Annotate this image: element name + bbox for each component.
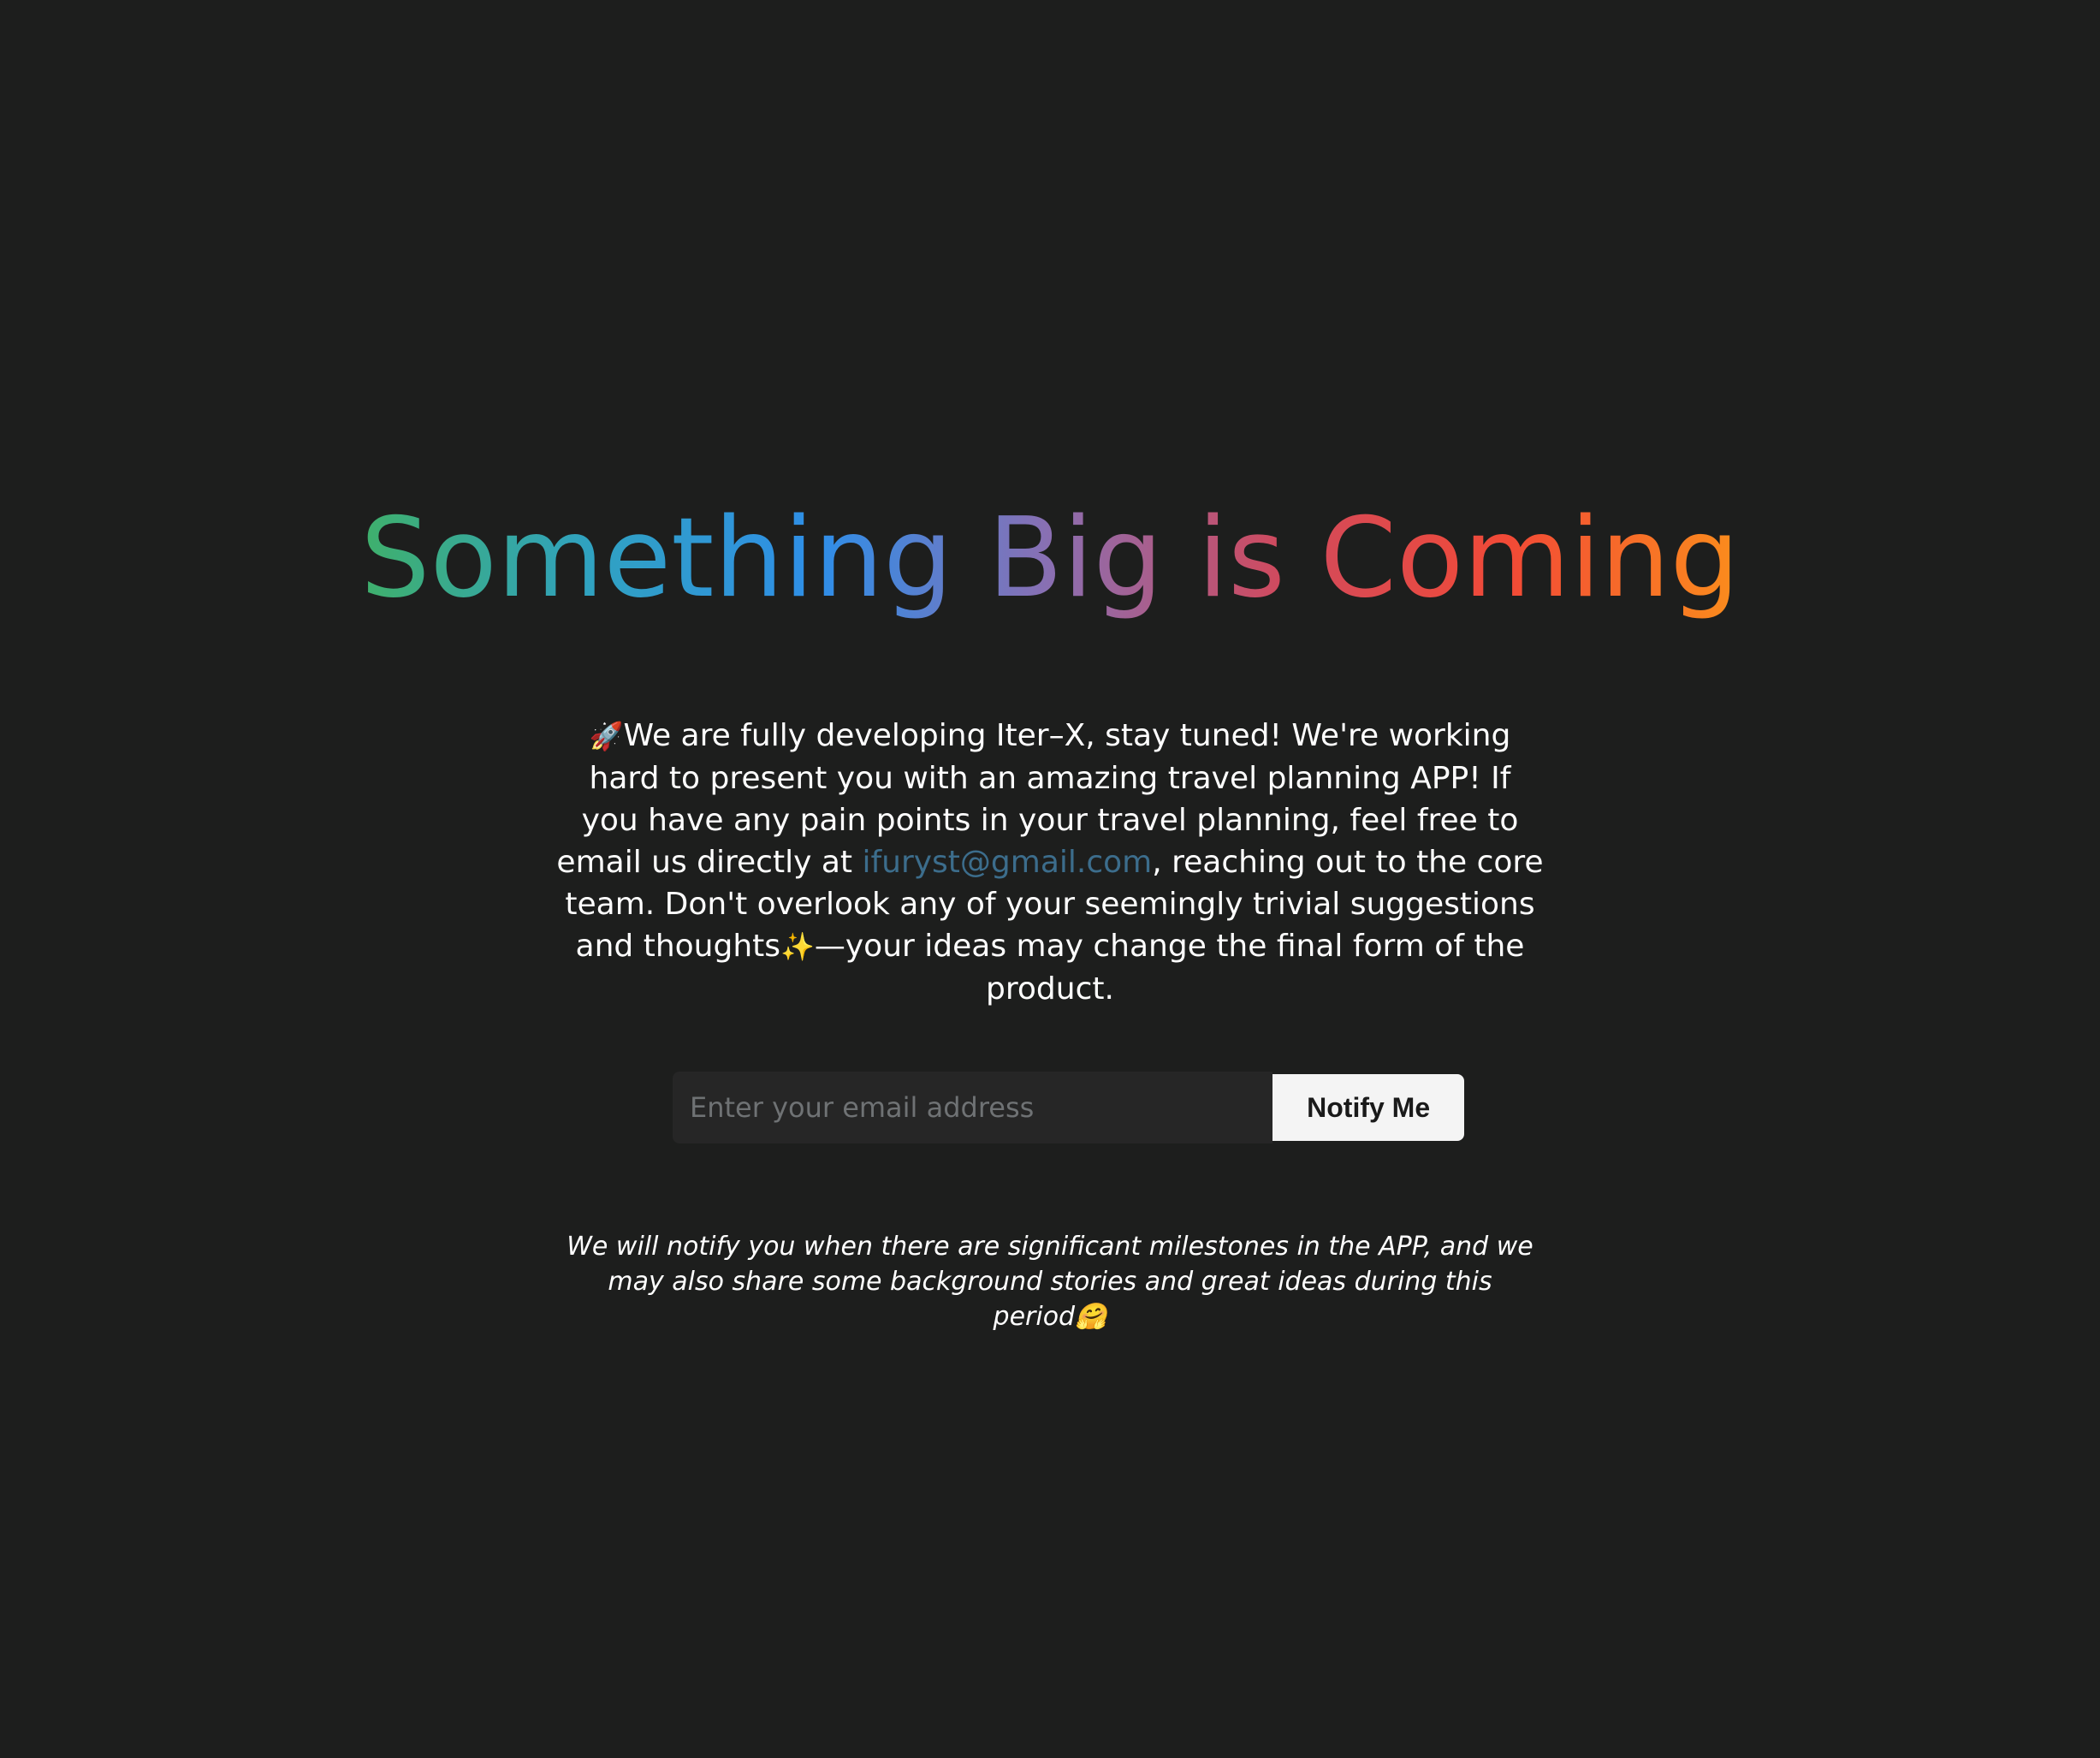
- intro-text-end: —your ideas may change the final form of…: [814, 929, 1525, 1007]
- rocket-icon: 🚀: [589, 720, 624, 752]
- page-title: Something Big is Coming: [360, 495, 1740, 622]
- email-input[interactable]: [673, 1072, 1273, 1143]
- contact-email-link[interactable]: ifuryst@gmail.com: [862, 845, 1152, 880]
- coming-soon-page: Something Big is Coming 🚀We are fully de…: [0, 0, 2100, 1758]
- notification-note-text: We will notify you when there are signif…: [567, 1232, 1533, 1332]
- hugging-face-icon: 🤗: [1075, 1302, 1107, 1332]
- sparkles-icon: ✨: [780, 930, 815, 963]
- notify-me-button[interactable]: Notify Me: [1272, 1074, 1464, 1141]
- notification-note: We will notify you when there are signif…: [565, 1229, 1535, 1334]
- notify-signup-form: Notify Me: [673, 1072, 1464, 1143]
- intro-paragraph: 🚀We are fully developing Iter–X, stay tu…: [556, 715, 1544, 1010]
